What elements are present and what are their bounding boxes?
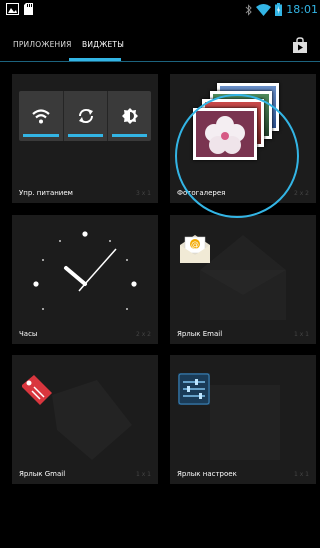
image-icon (6, 3, 19, 15)
widget-size: 1 x 1 (294, 471, 309, 478)
wifi-toggle-icon (19, 91, 63, 141)
email-watermark-icon (200, 235, 286, 320)
widget-size: 1 x 1 (136, 471, 151, 478)
bluetooth-icon (245, 3, 253, 16)
wifi-icon (256, 3, 272, 16)
widget-clock[interactable]: Часы 2 x 2 (12, 215, 158, 344)
tab-widgets[interactable]: ВИДЖЕТЫ (82, 40, 124, 49)
gmail-tag-icon (22, 375, 52, 405)
svg-text:@: @ (191, 240, 199, 249)
clock-time: 18:01 (286, 3, 318, 16)
email-icon: @ (180, 235, 210, 263)
widget-label: Упр. питанием (19, 189, 73, 197)
sync-toggle-icon (63, 91, 107, 141)
play-store-icon[interactable] (292, 37, 308, 53)
battery-icon (275, 3, 283, 16)
power-control-preview (12, 74, 158, 184)
widget-gmail-shortcut[interactable]: Ярлык Gmail 1 x 1 (12, 355, 158, 484)
widget-label: Ярлык Email (177, 330, 223, 338)
widget-power-control[interactable]: Упр. питанием 3 x 1 (12, 74, 158, 203)
widget-size: 3 x 1 (136, 190, 151, 197)
sd-card-icon (24, 3, 33, 15)
tap-highlight-ring (175, 94, 299, 218)
status-bar: 18:01 (0, 0, 320, 20)
settings-icon (178, 373, 210, 405)
gmail-watermark-icon (52, 380, 132, 460)
widget-label: Ярлык Gmail (19, 470, 66, 478)
settings-watermark-icon (210, 385, 280, 460)
widget-settings-shortcut[interactable]: Ярлык настроек 1 x 1 (170, 355, 316, 484)
widget-label: Ярлык настроек (177, 470, 237, 478)
widget-email-shortcut[interactable]: @ Ярлык Email 1 x 1 (170, 215, 316, 344)
brightness-toggle-icon (107, 91, 151, 141)
tab-apps[interactable]: ПРИЛОЖЕНИЯ (13, 40, 72, 49)
widget-size: 2 x 2 (294, 190, 309, 197)
analog-clock-preview (12, 215, 158, 325)
widget-size: 2 x 2 (136, 331, 151, 338)
tab-bar: ПРИЛОЖЕНИЯ ВИДЖЕТЫ (0, 20, 320, 62)
tab-divider (0, 61, 320, 62)
widget-size: 1 x 1 (294, 331, 309, 338)
widget-label: Часы (19, 330, 38, 338)
